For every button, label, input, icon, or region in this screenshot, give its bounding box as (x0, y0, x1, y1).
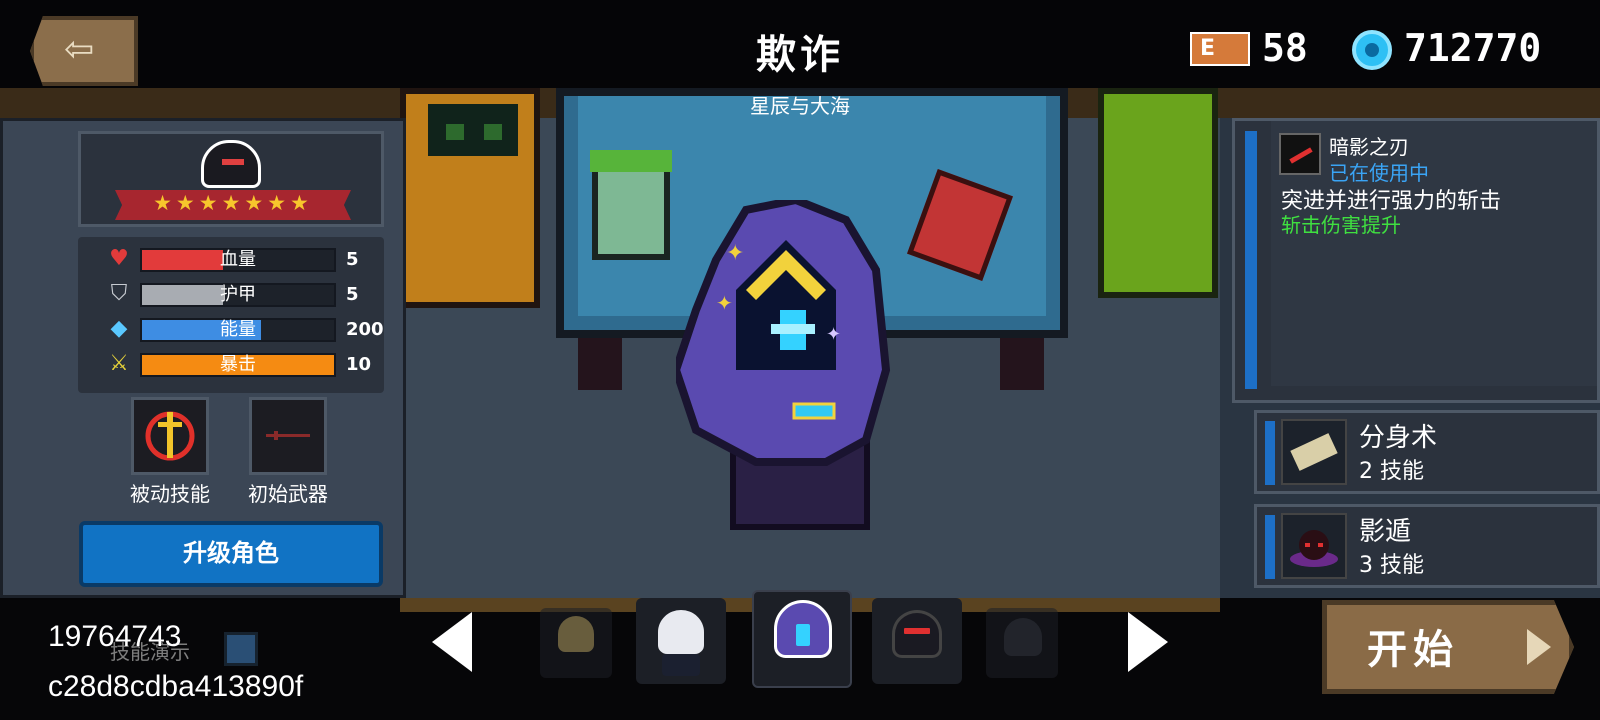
skill-card-shadow-escape[interactable]: 影遁 3 技能 (1254, 504, 1600, 588)
svg-text:✦: ✦ (826, 324, 841, 345)
stat-crit: ⚔ 暴击 10 (78, 348, 384, 382)
heart-icon: ♥ (109, 246, 129, 271)
weapon-name: 暗影之刃 (1329, 135, 1409, 159)
prev-character-arrow[interactable] (432, 612, 472, 672)
hero-wizard-character[interactable]: ✦ ✦ ✦ (676, 200, 896, 470)
shadow-icon (1281, 513, 1347, 579)
starting-weapon-slot[interactable] (249, 397, 327, 475)
next-character-arrow[interactable] (1128, 612, 1168, 672)
character-slot-ninja[interactable] (986, 608, 1058, 678)
character-slot-white-hair[interactable] (636, 598, 726, 684)
svg-text:✦: ✦ (716, 291, 733, 315)
ep-value: 58 (1262, 26, 1308, 70)
passive-skill-label: 被动技能 (130, 482, 210, 506)
skill-demo-checkbox[interactable] (224, 632, 258, 666)
play-arrow-icon (1527, 629, 1551, 665)
start-button[interactable]: 开始 (1322, 600, 1574, 694)
skill-sub: 2 技能 (1359, 459, 1424, 484)
character-slot-wizard-selected[interactable] (752, 590, 852, 688)
stat-energy: ◆ 能量 200 (78, 313, 384, 347)
crystal-icon: ◆ (110, 316, 128, 341)
skill-name: 影遁 (1359, 517, 1412, 547)
character-slot-priest[interactable] (540, 608, 612, 678)
ep-icon: E (1190, 32, 1250, 66)
shadow-blade-icon (1279, 133, 1321, 175)
character-slot-assassin[interactable] (872, 598, 962, 684)
overlay-id-line2: c28d8cdba413890f (48, 670, 304, 703)
upgrade-character-button[interactable]: 升级角色 (79, 521, 383, 587)
starting-weapon-label: 初始武器 (248, 482, 328, 506)
plant-leaves (590, 150, 672, 172)
gem-value: 712770 (1404, 26, 1542, 70)
weapon-status: 已在使用中 (1329, 161, 1429, 185)
sword-icon: ⚔ (109, 351, 129, 376)
weapon-bonus: 斩击伤害提升 (1281, 213, 1401, 237)
rank-stars: ★★★★★★★ (153, 191, 313, 215)
portrait-box: ★★★★★★★ (78, 131, 384, 227)
skin-name: 星辰与大海 (750, 94, 850, 118)
skill-sub: 3 技能 (1359, 553, 1424, 578)
robot-character-left (400, 88, 540, 308)
scroll-icon (1281, 419, 1347, 485)
stat-hp: ♥ 血量 5 (78, 243, 384, 277)
blade-icon (266, 431, 310, 440)
table-leg (578, 338, 622, 390)
table-leg (1000, 338, 1044, 390)
robot-character-right (1098, 88, 1218, 298)
skill-card-clone[interactable]: 分身术 2 技能 (1254, 410, 1600, 494)
passive-skill-slot[interactable] (131, 397, 209, 475)
character-info-panel: ★★★★★★★ ♥ 血量 5 ⛉ 护甲 5 ◆ 能量 200 ⚔ 暴击 10 被… (0, 118, 406, 598)
character-portrait (201, 140, 261, 188)
overlay-id-line1: 19764743 (48, 620, 182, 653)
weapon-info-panel: 暗影之刃 已在使用中 突进并进行强力的斩击 斩击伤害提升 (1232, 118, 1600, 403)
passive-skill-icon (145, 411, 195, 461)
svg-text:✦: ✦ (726, 241, 744, 266)
stats-box: ♥ 血量 5 ⛉ 护甲 5 ◆ 能量 200 ⚔ 暴击 10 (78, 237, 384, 393)
stat-armor: ⛉ 护甲 5 (78, 278, 384, 312)
gem-icon (1352, 30, 1392, 70)
rank-ribbon: ★★★★★★★ (115, 190, 351, 220)
skill-name: 分身术 (1359, 423, 1438, 453)
shield-icon: ⛉ (110, 281, 128, 306)
